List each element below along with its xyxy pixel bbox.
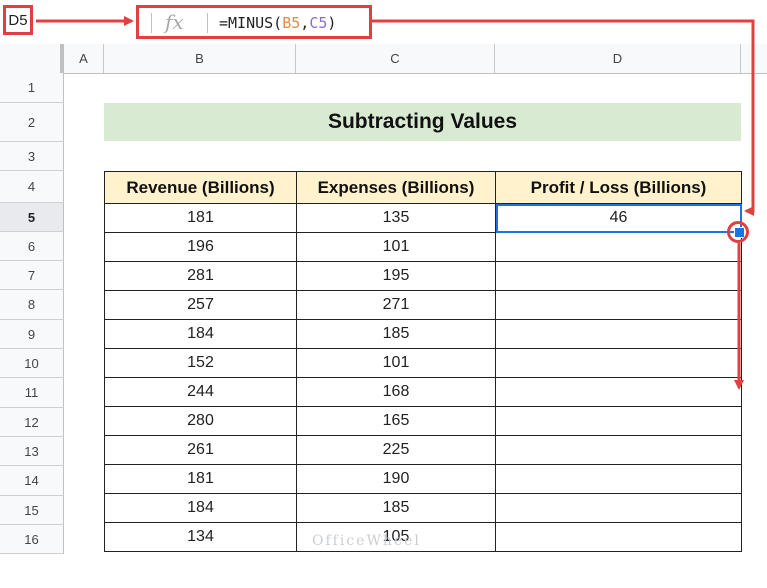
- cell-revenue[interactable]: 196: [104, 232, 297, 262]
- cell-revenue[interactable]: 184: [104, 493, 297, 523]
- column-header-a[interactable]: A: [64, 44, 104, 73]
- name-box[interactable]: D5: [3, 5, 33, 35]
- cell-expenses[interactable]: 135: [296, 203, 496, 233]
- cell-revenue[interactable]: 184: [104, 319, 297, 349]
- table-row: 134 105: [104, 522, 742, 552]
- formula-comma: ,: [300, 14, 310, 32]
- column-header-c[interactable]: C: [296, 44, 495, 73]
- formula-ref-b5: B5: [282, 14, 301, 32]
- row-header-3[interactable]: 3: [0, 142, 64, 171]
- table-row: 184 185: [104, 319, 742, 349]
- cell-expenses[interactable]: 225: [296, 435, 496, 465]
- column-header-b[interactable]: B: [104, 44, 296, 73]
- row-header-4[interactable]: 4: [0, 171, 64, 203]
- cell-expenses[interactable]: 190: [296, 464, 496, 494]
- formula-divider: [207, 13, 208, 33]
- cell-expenses[interactable]: 101: [296, 348, 496, 378]
- table-row: 244 168: [104, 377, 742, 407]
- cell-profit-loss[interactable]: [495, 464, 742, 494]
- cell-profit-loss[interactable]: [495, 261, 742, 291]
- cell-revenue[interactable]: 134: [104, 522, 297, 552]
- cell-profit-loss[interactable]: [495, 377, 742, 407]
- select-all-corner[interactable]: [0, 44, 64, 73]
- table-row: 196 101: [104, 232, 742, 262]
- cell-revenue[interactable]: 261: [104, 435, 297, 465]
- row-header-9[interactable]: 9: [0, 320, 64, 349]
- formula-prefix: =MINUS(: [219, 14, 283, 32]
- cell-expenses[interactable]: 165: [296, 406, 496, 436]
- formula-suffix: ): [327, 14, 337, 32]
- cell-revenue[interactable]: 244: [104, 377, 297, 407]
- data-table: Revenue (Billions) Expenses (Billions) P…: [104, 171, 742, 552]
- row-header-6[interactable]: 6: [0, 232, 64, 261]
- table-row: 257 271: [104, 290, 742, 320]
- watermark-logo: OfficeWheel: [312, 533, 421, 549]
- cell-profit-loss[interactable]: [495, 435, 742, 465]
- formula-divider: [151, 13, 152, 33]
- table-row: 281 195: [104, 261, 742, 291]
- table-row: 280 165: [104, 406, 742, 436]
- row-header-10[interactable]: 10: [0, 349, 64, 378]
- cell-expenses[interactable]: 101: [296, 232, 496, 262]
- cell-revenue[interactable]: 181: [104, 464, 297, 494]
- header-row: Revenue (Billions) Expenses (Billions) P…: [104, 171, 742, 204]
- cell-profit-loss[interactable]: [495, 232, 742, 262]
- formula-bar: D5 fx =MINUS(B5,C5): [0, 0, 767, 45]
- row-header-15[interactable]: 15: [0, 496, 64, 525]
- cell-profit-loss[interactable]: [495, 493, 742, 523]
- row-header-5[interactable]: 5: [0, 203, 64, 232]
- row-header-7[interactable]: 7: [0, 261, 64, 290]
- cell-profit-loss[interactable]: [495, 348, 742, 378]
- cell-profit-loss[interactable]: [495, 290, 742, 320]
- cell-expenses[interactable]: 271: [296, 290, 496, 320]
- table-row: 181 135 46: [104, 203, 742, 233]
- cell-profit-loss[interactable]: [495, 319, 742, 349]
- cell-revenue[interactable]: 281: [104, 261, 297, 291]
- cell-revenue[interactable]: 181: [104, 203, 297, 233]
- cell-revenue[interactable]: 152: [104, 348, 297, 378]
- cell-expenses[interactable]: 185: [296, 319, 496, 349]
- header-profit-loss[interactable]: Profit / Loss (Billions): [495, 171, 742, 204]
- cell-profit-loss[interactable]: [495, 522, 742, 552]
- cell-revenue[interactable]: 257: [104, 290, 297, 320]
- table-row: 261 225: [104, 435, 742, 465]
- cell-profit-loss[interactable]: [495, 406, 742, 436]
- column-header-d[interactable]: D: [495, 44, 741, 73]
- cell-expenses[interactable]: 168: [296, 377, 496, 407]
- cell-expenses[interactable]: 185: [296, 493, 496, 523]
- header-revenue[interactable]: Revenue (Billions): [104, 171, 297, 204]
- cell-profit-loss-selected[interactable]: 46: [495, 203, 742, 233]
- row-header-14[interactable]: 14: [0, 466, 64, 496]
- formula-text: =MINUS(B5,C5): [219, 14, 336, 32]
- watermark-text: OfficeWheel: [312, 533, 421, 549]
- row-header-8[interactable]: 8: [0, 290, 64, 320]
- table-row: 181 190: [104, 464, 742, 494]
- table-row: 184 185: [104, 493, 742, 523]
- formula-input[interactable]: fx =MINUS(B5,C5): [136, 5, 372, 39]
- formula-ref-c5: C5: [309, 14, 328, 32]
- row-header-16[interactable]: 16: [0, 525, 64, 554]
- fx-icon: fx: [165, 10, 184, 34]
- row-header-1[interactable]: 1: [0, 73, 64, 103]
- sheet-title-cell[interactable]: Subtracting Values: [104, 103, 741, 141]
- header-expenses[interactable]: Expenses (Billions): [296, 171, 496, 204]
- row-header-11[interactable]: 11: [0, 378, 64, 408]
- fill-handle-highlight-circle: [727, 221, 749, 243]
- table-row: 152 101: [104, 348, 742, 378]
- column-header-row: A B C D: [0, 44, 767, 74]
- row-header-12[interactable]: 12: [0, 408, 64, 437]
- row-header-2[interactable]: 2: [0, 103, 64, 142]
- cell-expenses[interactable]: 195: [296, 261, 496, 291]
- cell-revenue[interactable]: 280: [104, 406, 297, 436]
- name-box-label: D5: [8, 11, 28, 29]
- row-header-13[interactable]: 13: [0, 437, 64, 466]
